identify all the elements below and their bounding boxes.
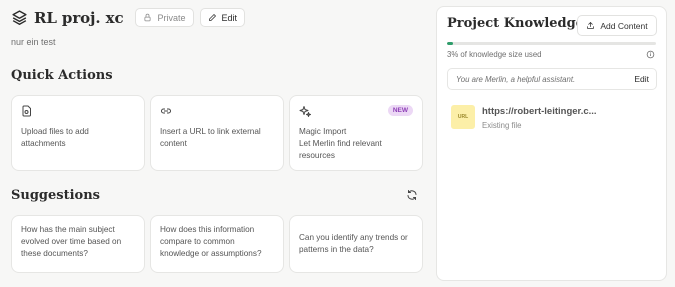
knowledge-usage-fill <box>447 42 454 45</box>
quick-actions-title: Quick Actions <box>11 68 113 83</box>
system-prompt-text: You are Merlin, a helpful assistant. <box>456 75 576 84</box>
add-content-label: Add Content <box>600 20 648 31</box>
lock-icon <box>144 13 151 22</box>
project-knowledge-title: Project Knowledge <box>447 16 584 31</box>
insert-url-text: Insert a URL to link external content <box>160 127 261 148</box>
project-knowledge-panel: Project Knowledge Add Content 3% of know… <box>436 6 667 281</box>
sparkles-icon <box>299 106 311 117</box>
knowledge-file-item[interactable]: URL https://robert-leitinger.c... Existi… <box>451 104 651 134</box>
file-name: https://robert-leitinger.c... <box>482 106 597 117</box>
upload-files-card[interactable]: Upload files to add attachments <box>11 95 145 171</box>
file-status: Existing file <box>482 121 522 130</box>
private-label: Private <box>157 12 186 23</box>
file-upload-icon <box>22 105 31 117</box>
pencil-icon <box>208 13 216 21</box>
project-header: RL proj. xc Private Edit <box>11 8 251 27</box>
add-content-button[interactable]: Add Content <box>577 15 657 36</box>
suggestion-text: Can you identify any trends or patterns … <box>299 233 408 254</box>
refresh-icon[interactable] <box>406 189 418 201</box>
edit-prompt-button[interactable]: Edit <box>634 74 649 84</box>
edit-project-button[interactable]: Edit <box>199 8 246 27</box>
suggestion-text: How has the main subject evolved over ti… <box>21 225 122 258</box>
project-title: RL proj. xc <box>34 8 124 27</box>
upload-icon <box>587 21 595 29</box>
knowledge-usage-bar <box>447 42 656 45</box>
upload-files-text: Upload files to add attachments <box>21 127 89 148</box>
url-file-icon: URL <box>451 105 475 129</box>
project-description: nur ein test <box>11 37 56 47</box>
system-prompt-box: You are Merlin, a helpful assistant. Edi… <box>447 68 657 90</box>
insert-url-card[interactable]: Insert a URL to link external content <box>150 95 284 171</box>
suggestions-title: Suggestions <box>11 188 100 203</box>
magic-import-card[interactable]: NEW Magic Import Let Merlin find relevan… <box>289 95 423 171</box>
layers-icon <box>12 10 27 25</box>
new-badge: NEW <box>387 105 413 116</box>
suggestion-card-3[interactable]: Can you identify any trends or patterns … <box>289 215 423 273</box>
suggestion-card-2[interactable]: How does this information compare to com… <box>150 215 284 273</box>
edit-label: Edit <box>221 12 238 23</box>
info-icon[interactable] <box>646 50 655 59</box>
link-icon <box>161 108 171 114</box>
magic-import-text: Magic Import Let Merlin find relevant re… <box>299 127 382 160</box>
knowledge-usage-text: 3% of knowledge size used <box>447 50 542 59</box>
suggestion-text: How does this information compare to com… <box>160 225 262 258</box>
private-button[interactable]: Private <box>135 8 194 27</box>
suggestion-card-1[interactable]: How has the main subject evolved over ti… <box>11 215 145 273</box>
